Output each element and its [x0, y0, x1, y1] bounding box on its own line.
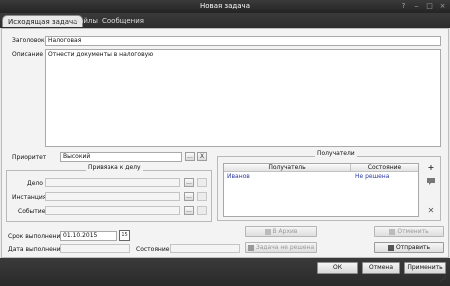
- instance-input[interactable]: [45, 192, 180, 201]
- event-input[interactable]: [45, 206, 180, 215]
- add-recipient-button[interactable]: +: [425, 162, 437, 174]
- document-icon: [389, 228, 396, 235]
- ok-button[interactable]: ОК: [317, 262, 358, 274]
- priority-label: Приоритет: [12, 154, 47, 161]
- binding-group-title: Привязка к делу: [86, 164, 143, 171]
- recipients-group-title: Получатели: [315, 150, 357, 157]
- event-label: Событие: [18, 208, 46, 215]
- status-cell: Не решена: [355, 173, 390, 180]
- calendar-icon[interactable]: 15: [119, 230, 130, 241]
- column-header-status[interactable]: Состояние: [350, 164, 418, 172]
- title-input[interactable]: Налоговая: [45, 36, 441, 46]
- case-input[interactable]: [45, 178, 180, 187]
- title-label: Заголовок: [12, 37, 45, 44]
- recipients-table-header: Получатель Состояние: [224, 164, 418, 172]
- due-date-label: Срок выполнения: [8, 233, 64, 240]
- remove-recipient-button[interactable]: ✕: [425, 205, 437, 217]
- priority-clear-button[interactable]: X: [197, 152, 207, 161]
- table-row[interactable]: Иванов Не решена: [224, 173, 418, 181]
- apply-button[interactable]: Применить: [404, 262, 446, 274]
- send-button[interactable]: Отправить: [374, 242, 444, 253]
- close-button[interactable]: ×: [438, 2, 447, 11]
- minimize-button[interactable]: ‒: [412, 2, 421, 11]
- priority-input[interactable]: Высокий: [60, 152, 182, 162]
- completion-date-input[interactable]: [60, 244, 130, 253]
- archive-button[interactable]: В Архив: [245, 226, 317, 237]
- case-label: Дело: [27, 180, 43, 187]
- tab-messages[interactable]: Сообщения: [97, 15, 149, 27]
- speech-bubble-icon: [427, 178, 435, 185]
- comment-icon: [247, 244, 254, 251]
- state-label: Состояние: [136, 246, 170, 253]
- cancel-button[interactable]: Отмена: [362, 262, 400, 274]
- instance-clear-button[interactable]: [197, 192, 207, 201]
- recipient-cell: Иванов: [227, 173, 250, 180]
- instance-label: Инстанция: [12, 194, 47, 201]
- priority-select-button[interactable]: ...: [185, 152, 195, 161]
- help-button[interactable]: ?: [399, 2, 408, 11]
- resize-grip-icon[interactable]: ⋰: [440, 276, 448, 284]
- case-select-button[interactable]: ...: [184, 178, 194, 187]
- case-clear-button[interactable]: [197, 178, 207, 187]
- tab-bar: Исходящая задача Файлы Сообщения: [0, 13, 450, 28]
- title-bar: Новая задача ? ‒ □ ×: [0, 0, 450, 13]
- archive-icon: [264, 228, 271, 235]
- maximize-button[interactable]: □: [425, 2, 434, 11]
- recipients-table: Получатель Состояние Иванов Не решена: [223, 163, 419, 217]
- send-document-icon: [387, 244, 394, 251]
- comment-recipient-button[interactable]: [425, 177, 437, 189]
- column-header-recipient[interactable]: Получатель: [224, 164, 350, 172]
- event-select-button[interactable]: ...: [184, 206, 194, 215]
- cancel-task-button[interactable]: Отменить: [374, 226, 444, 237]
- task-unsolved-button[interactable]: Задача не решена: [245, 242, 317, 253]
- window-title: Новая задача: [200, 2, 250, 10]
- event-clear-button[interactable]: [197, 206, 207, 215]
- description-label: Описание: [12, 51, 44, 58]
- description-textarea[interactable]: Отнести документы в налоговую: [45, 49, 441, 147]
- state-input[interactable]: [170, 244, 240, 253]
- instance-select-button[interactable]: ...: [184, 192, 194, 201]
- due-date-input[interactable]: 01.10.2015: [60, 231, 117, 241]
- completion-date-label: Дата выполнения: [8, 246, 65, 253]
